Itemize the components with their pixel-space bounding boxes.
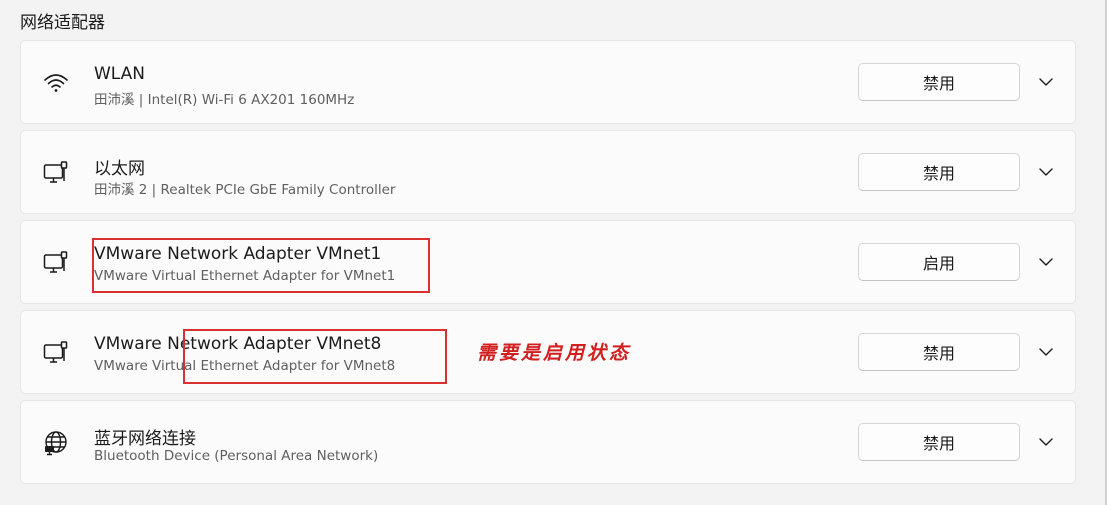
adapter-card-bluetooth[interactable]: 蓝牙网络连接 Bluetooth Device (Personal Area N… xyxy=(20,400,1076,484)
adapter-description: 田沛溪 2 | Realtek PCIe GbE Family Controll… xyxy=(94,182,396,198)
annotation-note: 需要是启用状态 xyxy=(477,342,632,364)
chevron-down-icon[interactable] xyxy=(1035,431,1057,453)
chevron-down-icon[interactable] xyxy=(1035,341,1057,363)
disable-button[interactable]: 禁用 xyxy=(858,63,1020,101)
adapter-card-wlan[interactable]: WLAN 田沛溪 | Intel(R) Wi-Fi 6 AX201 160MHz… xyxy=(20,40,1076,124)
adapter-name: 蓝牙网络连接 xyxy=(94,429,196,449)
chevron-down-icon[interactable] xyxy=(1035,161,1057,183)
section-title: 网络适配器 xyxy=(20,13,105,33)
adapter-name: 以太网 xyxy=(94,159,145,179)
globe-icon xyxy=(42,429,70,457)
disable-button[interactable]: 禁用 xyxy=(858,333,1020,371)
highlight-box-vmnet1 xyxy=(92,238,430,293)
wifi-icon xyxy=(42,69,70,97)
enable-button[interactable]: 启用 xyxy=(858,243,1020,281)
ethernet-icon xyxy=(42,159,70,187)
adapter-description: 田沛溪 | Intel(R) Wi-Fi 6 AX201 160MHz xyxy=(94,92,355,108)
disable-button[interactable]: 禁用 xyxy=(858,423,1020,461)
adapter-card-ethernet[interactable]: 以太网 田沛溪 2 | Realtek PCIe GbE Family Cont… xyxy=(20,130,1076,214)
ethernet-icon xyxy=(42,249,70,277)
chevron-down-icon[interactable] xyxy=(1035,251,1057,273)
chevron-down-icon[interactable] xyxy=(1035,71,1057,93)
adapter-name: WLAN xyxy=(94,64,146,84)
highlight-box-vmnet8 xyxy=(183,329,447,384)
ethernet-icon xyxy=(42,339,70,367)
adapter-description: Bluetooth Device (Personal Area Network) xyxy=(94,448,379,464)
disable-button[interactable]: 禁用 xyxy=(858,153,1020,191)
